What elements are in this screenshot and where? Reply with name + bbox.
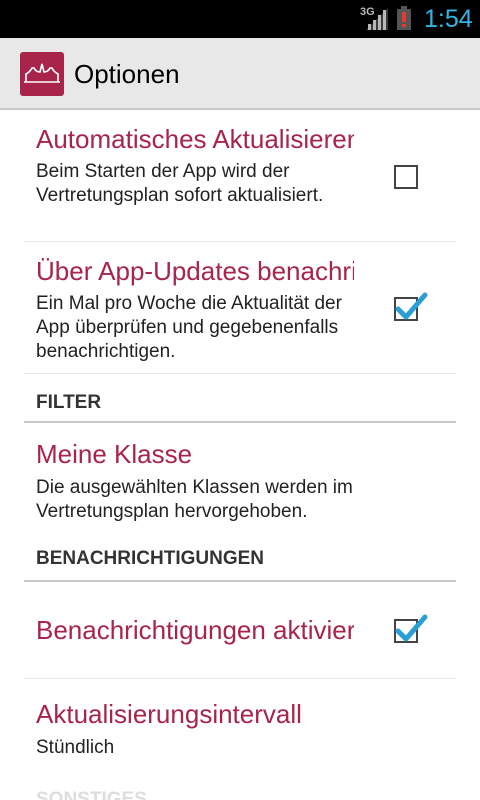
pref-my-class[interactable]: Meine Klasse Die ausgewählten Klassen we… — [24, 423, 456, 542]
app-updates-checkbox[interactable] — [394, 292, 428, 321]
category-other: SONSTIGES — [24, 784, 456, 800]
pref-title: Aktualisierungsintervall — [36, 699, 302, 729]
pref-title: Automatisches Aktualisieren — [36, 124, 354, 154]
checkmark-icon — [395, 614, 428, 642]
pref-enable-notifications[interactable]: Benachrichtigungen aktivieren — [24, 582, 456, 679]
checkmark-icon — [395, 292, 428, 320]
pref-title: Benachrichtigungen aktivieren — [36, 615, 354, 645]
category-label: BENACHRICHTIGUNGEN — [36, 548, 264, 569]
category-filter: FILTER — [24, 374, 456, 423]
screen-title: Optionen — [74, 59, 180, 89]
preferences-list: Automatisches Aktualisieren Beim Starten… — [0, 110, 480, 800]
pref-app-updates[interactable]: Über App-Updates benachrichtigen Ein Mal… — [24, 242, 456, 374]
pref-summary: Die ausgewählten Klassen werden im Vertr… — [36, 477, 353, 522]
auto-refresh-checkbox[interactable] — [394, 165, 418, 189]
pref-summary: Beim Starten der App wird der Vertretung… — [36, 161, 324, 206]
battery-alert-icon — [397, 6, 411, 30]
pref-refresh-interval[interactable]: Aktualisierungsintervall Stündlich — [24, 679, 456, 769]
pref-summary: Stündlich — [36, 737, 115, 758]
category-label: FILTER — [36, 392, 102, 413]
pref-auto-refresh[interactable]: Automatisches Aktualisieren Beim Starten… — [24, 110, 456, 242]
clock: 1:54 — [424, 5, 473, 33]
category-notifications: BENACHRICHTIGUNGEN — [24, 542, 456, 582]
status-bar: 3G 1:54 — [0, 0, 480, 38]
pref-title: Über App-Updates benachrichtigen — [36, 256, 354, 286]
app-logo-icon[interactable] — [20, 52, 64, 96]
category-label: SONSTIGES — [36, 789, 147, 800]
pref-summary: Ein Mal pro Woche die Aktualität der App… — [36, 293, 342, 362]
signal-icon — [366, 8, 388, 30]
action-bar: Optionen — [0, 38, 480, 110]
enable-notifications-checkbox[interactable] — [394, 614, 428, 643]
pref-title: Meine Klasse — [36, 439, 193, 469]
